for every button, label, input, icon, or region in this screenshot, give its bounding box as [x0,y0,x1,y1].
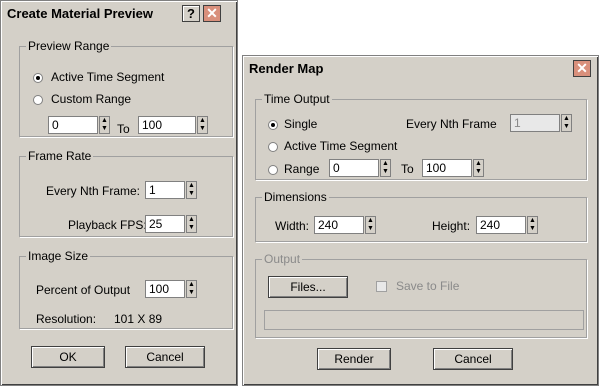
time-output-legend: Time Output [264,92,330,106]
playback-fps-field[interactable]: 25 [145,215,185,233]
preview-cancel-button[interactable]: Cancel [125,346,205,368]
render-map-dialog: Render Map ✕ Time Output Single Every Nt… [242,55,599,386]
render-cancel-button[interactable]: Cancel [433,348,513,370]
frame-rate-legend: Frame Rate [28,149,92,163]
height-arrows-icon[interactable]: ▲ ▼ [527,216,538,234]
image-size-group: Image Size Percent of Output 100 ▲ ▼ Reso… [19,249,233,329]
resolution-value: 101 X 89 [114,312,163,326]
output-filename-display [264,310,584,330]
preview-range-group: Preview Range Active Time Segment Custom… [19,39,233,137]
every-nth-frame-field[interactable]: 1 [145,181,185,199]
preview-range-legend: Preview Range [28,39,110,53]
dimensions-group: Dimensions Width: 240 ▲ ▼ Height: 240 ▲ ▼ [255,190,587,242]
render-every-nth-frame-label: Every Nth Frame [406,117,497,131]
playback-fps-arrows-icon[interactable]: ▲ ▼ [186,215,197,233]
resolution-label: Resolution: [36,312,97,326]
render-range-from-arrows-icon[interactable]: ▲ ▼ [380,159,391,177]
custom-range-radio[interactable] [33,95,43,105]
ok-button[interactable]: OK [31,346,105,368]
width-spinner[interactable]: 240 ▲ ▼ [314,216,376,234]
percent-of-output-label: Percent of Output [36,283,131,297]
preview-dialog-title: Create Material Preview [7,6,153,21]
output-group: Output Files... Save to File [255,252,587,338]
every-nth-frame-spinner[interactable]: 1 ▲ ▼ [145,181,197,199]
render-range-from-field[interactable]: 0 [329,159,379,177]
range-from-spinner[interactable]: 0 ▲ ▼ [48,116,110,134]
playback-fps-spinner[interactable]: 25 ▲ ▼ [145,215,197,233]
files-button[interactable]: Files... [268,276,348,298]
custom-range-label: Custom Range [51,92,132,106]
render-range-to-spinner[interactable]: 100 ▲ ▼ [422,159,484,177]
range-to-label: To [117,122,130,136]
render-dialog-title: Render Map [249,61,324,76]
playback-fps-label: Playback FPS: [68,218,147,232]
range-to-field[interactable]: 100 [138,116,196,134]
width-label: Width: [275,219,310,233]
image-size-legend: Image Size [28,249,89,263]
close-icon[interactable]: ✕ [203,5,221,22]
time-output-group: Time Output Single Every Nth Frame 1 ▲ ▼ … [255,92,587,180]
output-legend: Output [264,252,301,266]
range-to-arrows-icon[interactable]: ▲ ▼ [197,116,208,134]
percent-of-output-field[interactable]: 100 [145,280,185,298]
height-field[interactable]: 240 [476,216,526,234]
active-time-segment-radio[interactable] [33,73,43,83]
render-every-nth-frame-field[interactable]: 1 [510,114,560,132]
range-radio[interactable] [268,165,278,175]
range-label: Range [284,162,320,176]
range-from-field[interactable]: 0 [48,116,98,134]
render-range-to-arrows-icon[interactable]: ▲ ▼ [473,159,484,177]
save-to-file-checkbox[interactable] [376,281,387,292]
percent-of-output-spinner[interactable]: 100 ▲ ▼ [145,280,197,298]
active-time-segment-label: Active Time Segment [51,70,165,84]
range-to-spinner[interactable]: 100 ▲ ▼ [138,116,208,134]
render-range-to-field[interactable]: 100 [422,159,472,177]
width-arrows-icon[interactable]: ▲ ▼ [365,216,376,234]
save-to-file-label: Save to File [396,279,460,293]
render-range-from-spinner[interactable]: 0 ▲ ▼ [329,159,391,177]
dimensions-legend: Dimensions [264,190,327,204]
every-nth-frame-label: Every Nth Frame: [46,184,141,198]
render-active-time-segment-radio[interactable] [268,142,278,152]
render-close-icon[interactable]: ✕ [573,60,591,77]
preview-titlebar: Create Material Preview ? ✕ [3,3,235,25]
single-radio[interactable] [268,120,278,130]
render-every-nth-frame-arrows-icon[interactable]: ▲ ▼ [561,114,572,132]
create-material-preview-dialog: Create Material Preview ? ✕ Preview Rang… [0,0,238,386]
render-active-time-segment-label: Active Time Segment [284,139,398,153]
height-spinner[interactable]: 240 ▲ ▼ [476,216,538,234]
width-field[interactable]: 240 [314,216,364,234]
single-label: Single [284,117,318,131]
height-label: Height: [432,219,471,233]
frame-rate-group: Frame Rate Every Nth Frame: 1 ▲ ▼ Playbac… [19,149,233,237]
render-titlebar: Render Map ✕ [245,58,596,80]
every-nth-frame-arrows-icon[interactable]: ▲ ▼ [186,181,197,199]
help-icon[interactable]: ? [182,5,200,22]
render-range-to-label: To [401,162,414,176]
render-every-nth-frame-spinner[interactable]: 1 ▲ ▼ [510,114,572,132]
percent-of-output-arrows-icon[interactable]: ▲ ▼ [186,280,197,298]
render-button[interactable]: Render [317,348,391,370]
range-from-arrows-icon[interactable]: ▲ ▼ [99,116,110,134]
